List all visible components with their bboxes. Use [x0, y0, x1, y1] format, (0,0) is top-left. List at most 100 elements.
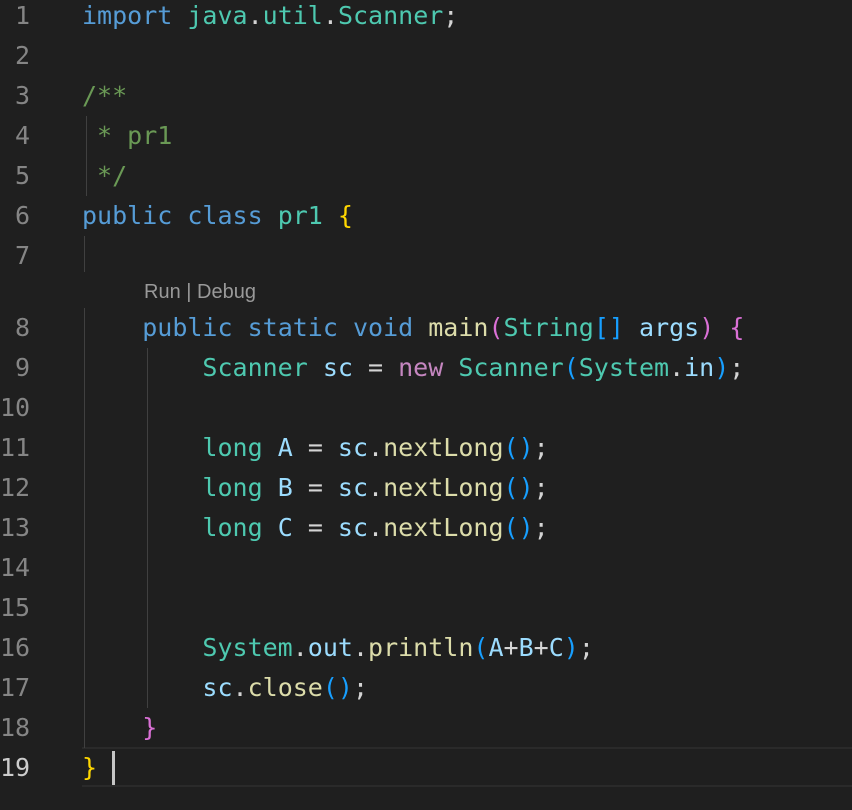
code-token: (: [488, 313, 504, 342]
code-token: C: [548, 633, 564, 662]
code-token: /**: [82, 81, 128, 110]
line-number: 7: [14, 241, 30, 270]
code-line[interactable]: sc.close();: [82, 668, 368, 708]
code-token: out: [307, 633, 353, 662]
code-token: nextLong: [383, 433, 504, 462]
code-token: =: [292, 433, 338, 462]
code-token: java: [187, 1, 248, 30]
line-number: 5: [14, 161, 30, 190]
code-token: (: [563, 353, 579, 382]
code-line[interactable]: }: [82, 708, 157, 748]
code-line[interactable]: public static void main(String[] args) {: [82, 308, 744, 348]
code-token: sc: [337, 433, 369, 462]
code-token: +: [503, 633, 519, 662]
code-token: class: [187, 201, 263, 230]
code-line[interactable]: Scanner sc = new Scanner(System.in);: [82, 348, 744, 388]
code-line[interactable]: long B = sc.nextLong();: [82, 468, 549, 508]
code-line[interactable]: long C = sc.nextLong();: [82, 508, 549, 548]
line-number: 10: [0, 393, 31, 422]
run-codelens-link[interactable]: Run: [144, 281, 181, 303]
code-token: .: [292, 633, 308, 662]
code-token: (): [322, 673, 353, 702]
code-token: (): [503, 473, 534, 502]
code-token: .: [368, 473, 384, 502]
codelens: Run | Debug: [144, 278, 256, 306]
code-token: new: [398, 353, 444, 382]
code-token: {: [337, 201, 353, 230]
code-token: ): [714, 353, 730, 382]
code-line[interactable]: import java.util.Scanner;: [82, 0, 458, 36]
line-number: 18: [0, 713, 31, 742]
code-token: in: [684, 353, 715, 382]
code-token: C: [277, 513, 293, 542]
code-token: []: [593, 313, 624, 342]
line-number: 15: [0, 593, 31, 622]
codelens-separator: |: [180, 281, 198, 303]
code-token: ): [699, 313, 715, 342]
code-token: sc: [322, 353, 353, 382]
code-token: * pr1: [82, 121, 173, 150]
code-token: ;: [533, 513, 549, 542]
code-token: ;: [533, 473, 549, 502]
code-token: B: [277, 473, 293, 502]
code-token: */: [82, 161, 128, 190]
code-token: Scanner: [337, 1, 444, 30]
line-number: 16: [0, 633, 31, 662]
line-number: 13: [0, 513, 31, 542]
line-number: 14: [0, 553, 31, 582]
line-number: 9: [14, 353, 30, 382]
code-line[interactable]: System.out.println(A+B+C);: [82, 628, 594, 668]
code-token: .: [669, 353, 685, 382]
code-token: A: [488, 633, 504, 662]
code-token: ): [563, 633, 579, 662]
code-line[interactable]: /**: [82, 76, 127, 116]
code-token: long: [202, 473, 263, 502]
debug-codelens-link[interactable]: Debug: [197, 281, 256, 303]
code-token: ;: [533, 433, 549, 462]
code-line[interactable]: * pr1: [82, 116, 172, 156]
line-number: 8: [14, 313, 30, 342]
code-line[interactable]: */: [82, 156, 127, 196]
code-token: public: [82, 201, 173, 230]
code-token: }: [142, 713, 158, 742]
code-token: sc: [337, 513, 369, 542]
code-token: System: [202, 633, 293, 662]
code-token: .: [352, 633, 369, 662]
code-token: ;: [729, 353, 745, 382]
code-token: ;: [578, 633, 594, 662]
line-number: 4: [14, 121, 30, 150]
code-token: void: [352, 313, 414, 342]
code-token: (: [473, 633, 489, 662]
code-line[interactable]: }: [82, 748, 97, 788]
code-token: {: [729, 313, 745, 342]
code-token: =: [292, 473, 338, 502]
code-token: .: [247, 1, 263, 30]
code-editor[interactable]: 1 2 3 4 5 6 7 8 9 10 11 12 13 14 15 16 17 18 19 Run | Debu…: [0, 0, 852, 810]
code-token: (): [503, 433, 534, 462]
code-token: long: [202, 433, 263, 462]
code-line[interactable]: long A = sc.nextLong();: [82, 428, 549, 468]
code-token: =: [292, 513, 338, 542]
line-number: 3: [14, 81, 30, 110]
code-token: String: [503, 313, 594, 342]
code-token: sc: [202, 673, 233, 702]
code-token: import: [82, 1, 173, 30]
code-token: nextLong: [383, 473, 504, 502]
code-line[interactable]: public class pr1 {: [82, 196, 353, 236]
indent-guide: [84, 236, 85, 272]
code-token: Scanner: [458, 353, 564, 382]
